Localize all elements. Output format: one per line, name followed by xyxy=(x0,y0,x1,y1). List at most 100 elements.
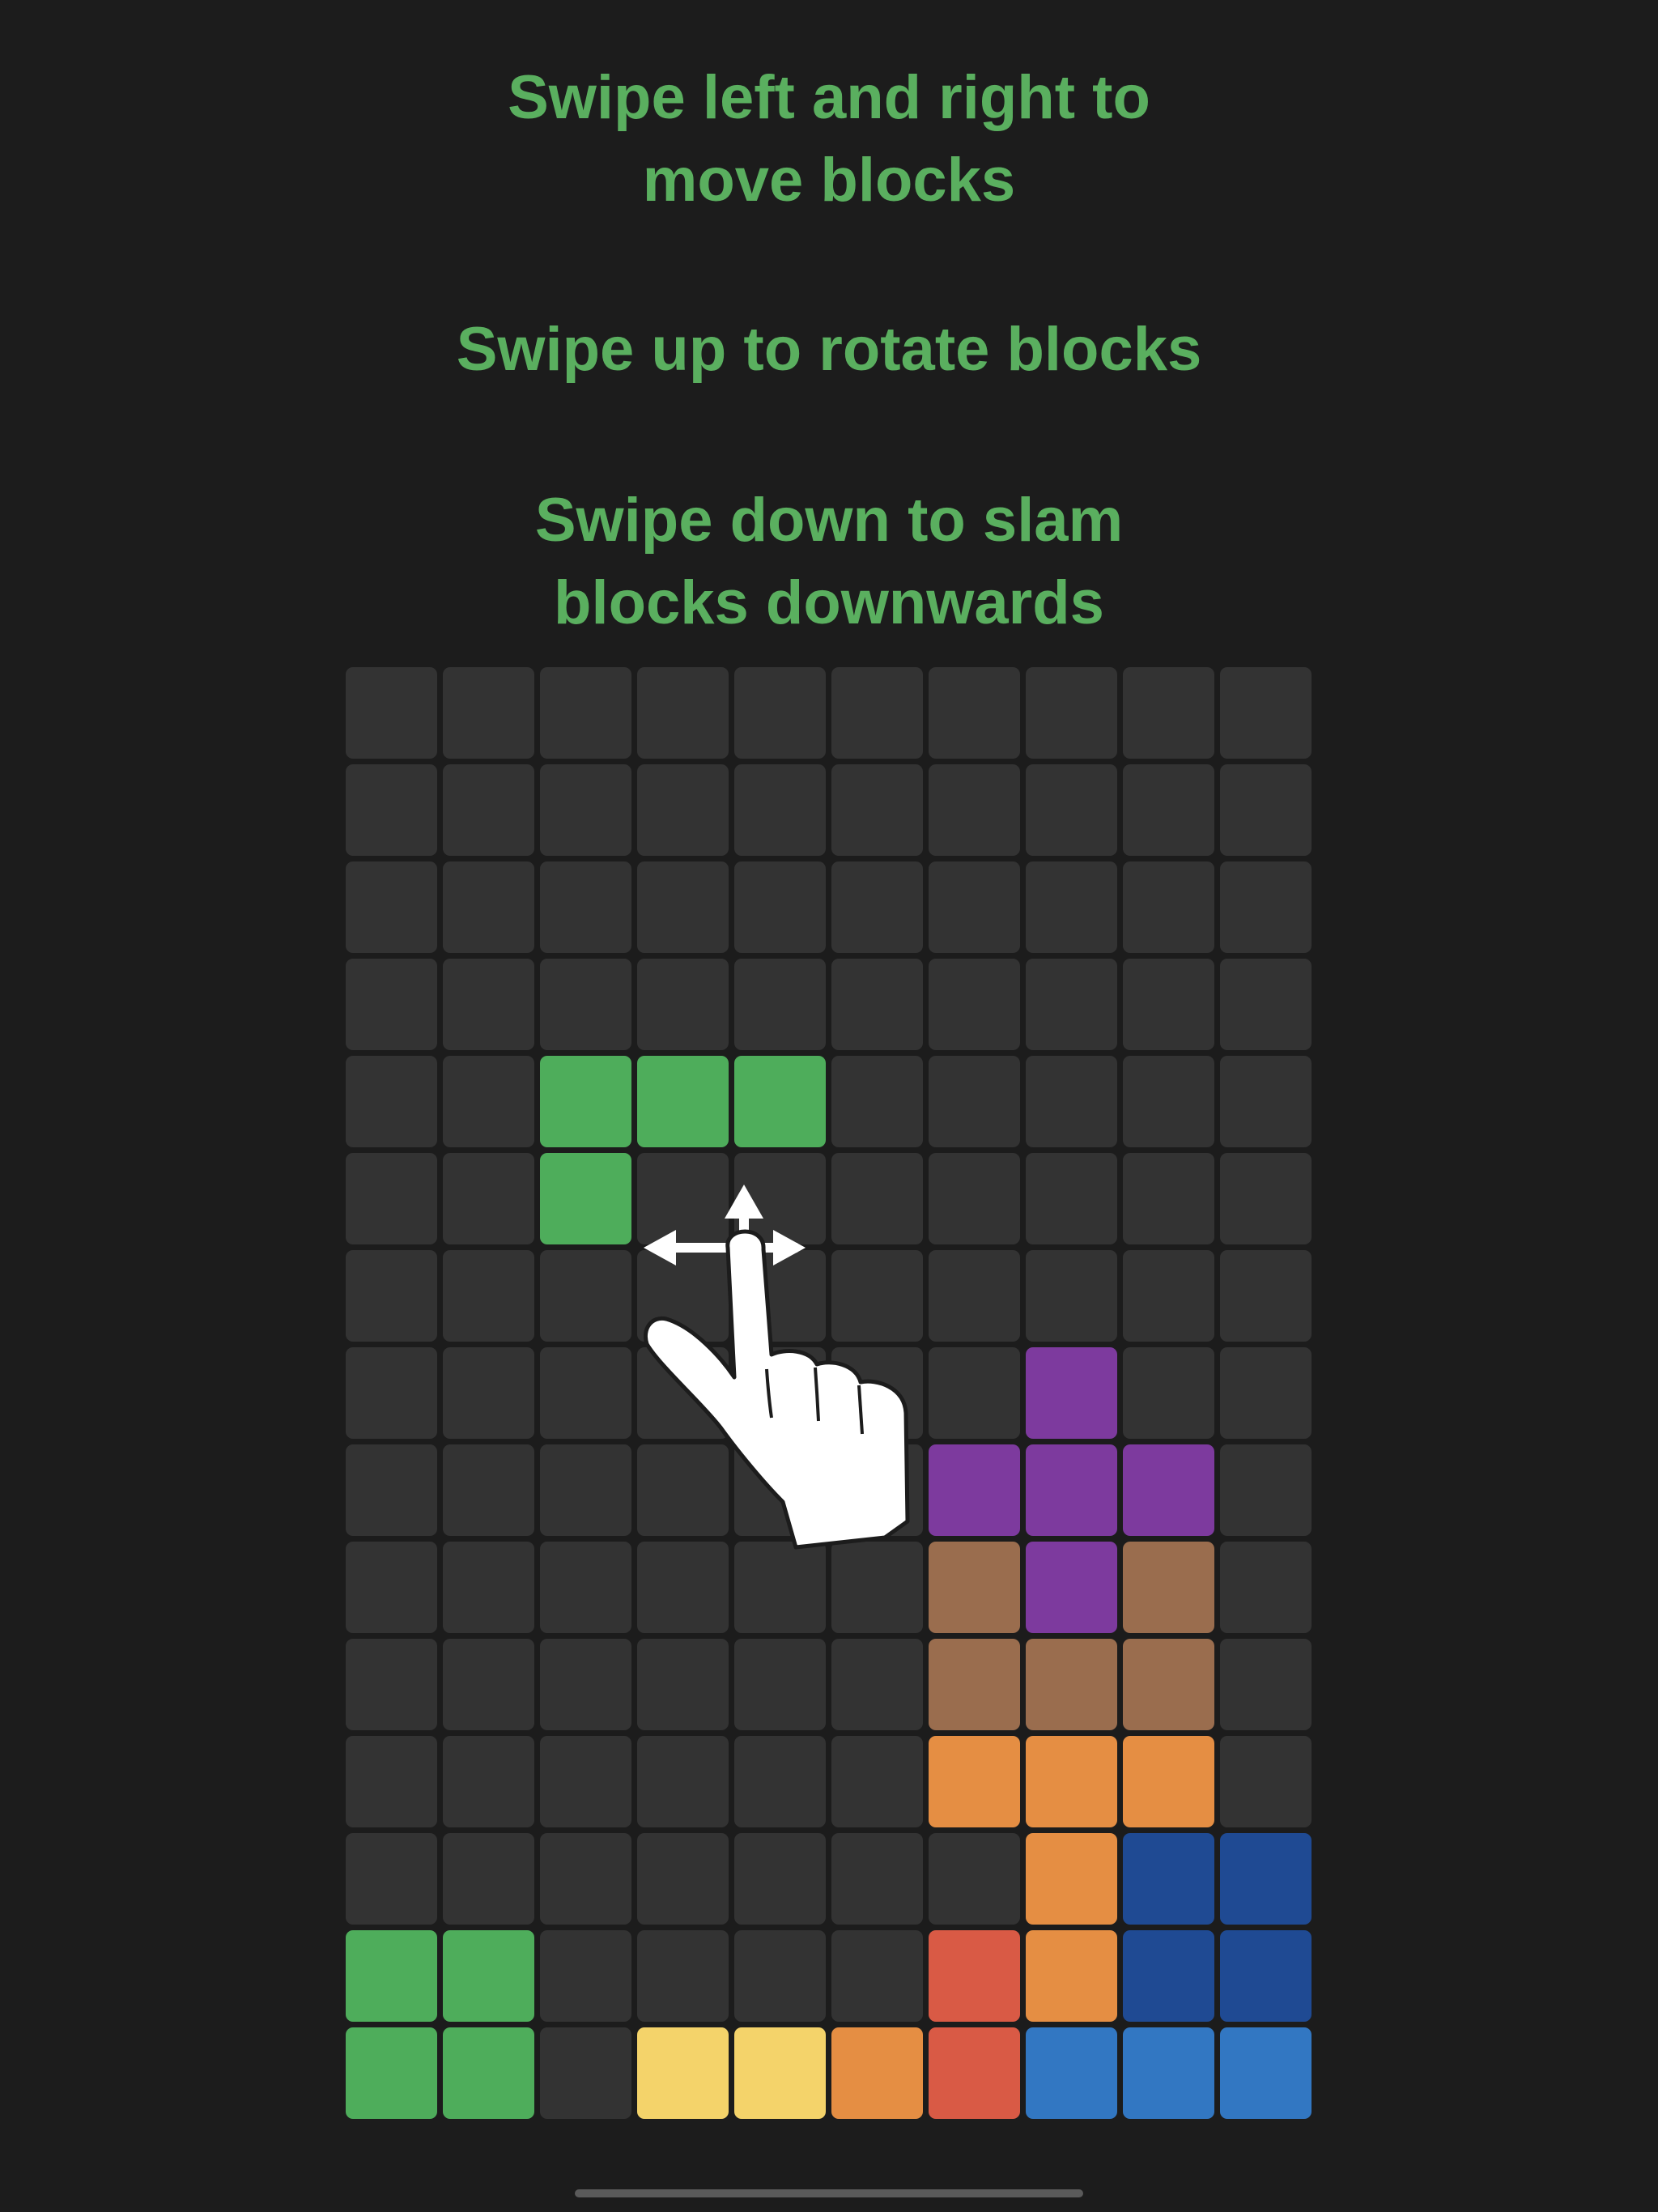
empty-cell xyxy=(637,959,729,1050)
block-cell xyxy=(1026,1639,1117,1730)
empty-cell xyxy=(346,1736,437,1827)
empty-cell xyxy=(1123,1347,1214,1439)
empty-cell xyxy=(929,959,1020,1050)
block-cell xyxy=(1026,1930,1117,2022)
block-cell xyxy=(929,2027,1020,2119)
empty-cell xyxy=(1220,1542,1312,1633)
block-cell xyxy=(1123,1833,1214,1925)
instruction-move: Swipe left and right to move blocks xyxy=(508,63,1150,215)
empty-cell xyxy=(831,1639,923,1730)
empty-cell xyxy=(443,1056,534,1147)
empty-cell xyxy=(1220,861,1312,953)
block-cell xyxy=(540,1153,631,1244)
empty-cell xyxy=(1220,1347,1312,1439)
empty-cell xyxy=(734,1930,826,2022)
block-cell xyxy=(831,2027,923,2119)
empty-cell xyxy=(443,667,534,759)
block-cell xyxy=(1026,1347,1117,1439)
empty-cell xyxy=(1220,764,1312,856)
block-cell xyxy=(346,2027,437,2119)
block-cell xyxy=(540,1056,631,1147)
block-cell xyxy=(1220,1930,1312,2022)
empty-cell xyxy=(1123,861,1214,953)
empty-cell xyxy=(831,1736,923,1827)
empty-cell xyxy=(929,764,1020,856)
empty-cell xyxy=(1123,667,1214,759)
block-cell xyxy=(1123,1444,1214,1536)
block-cell xyxy=(1026,1444,1117,1536)
empty-cell xyxy=(540,1444,631,1536)
empty-cell xyxy=(346,1833,437,1925)
empty-cell xyxy=(443,1736,534,1827)
empty-cell xyxy=(1220,1153,1312,1244)
empty-cell xyxy=(734,1639,826,1730)
empty-cell xyxy=(734,1736,826,1827)
block-cell xyxy=(1123,1736,1214,1827)
empty-cell xyxy=(540,1736,631,1827)
empty-cell xyxy=(929,861,1020,953)
block-cell xyxy=(1026,2027,1117,2119)
empty-cell xyxy=(443,1347,534,1439)
empty-cell xyxy=(443,764,534,856)
empty-cell xyxy=(540,1833,631,1925)
home-indicator[interactable] xyxy=(575,2189,1083,2197)
block-cell xyxy=(346,1930,437,2022)
empty-cell xyxy=(346,861,437,953)
empty-cell xyxy=(637,1833,729,1925)
empty-cell xyxy=(734,764,826,856)
empty-cell xyxy=(346,1639,437,1730)
empty-cell xyxy=(1026,1250,1117,1342)
empty-cell xyxy=(1220,667,1312,759)
block-cell xyxy=(929,1736,1020,1827)
empty-cell xyxy=(540,1250,631,1342)
empty-cell xyxy=(346,667,437,759)
block-cell xyxy=(734,2027,826,2119)
empty-cell xyxy=(1123,1056,1214,1147)
empty-cell xyxy=(540,1639,631,1730)
empty-cell xyxy=(831,1833,923,1925)
empty-cell xyxy=(734,1833,826,1925)
empty-cell xyxy=(346,1250,437,1342)
empty-cell xyxy=(443,1542,534,1633)
empty-cell xyxy=(637,667,729,759)
empty-cell xyxy=(540,667,631,759)
empty-cell xyxy=(1220,1736,1312,1827)
block-cell xyxy=(1123,1639,1214,1730)
empty-cell xyxy=(540,1542,631,1633)
instruction-rotate: Swipe up to rotate blocks xyxy=(456,315,1202,384)
empty-cell xyxy=(346,959,437,1050)
block-cell xyxy=(929,1542,1020,1633)
block-cell xyxy=(1026,1542,1117,1633)
empty-cell xyxy=(831,667,923,759)
empty-cell xyxy=(443,1250,534,1342)
empty-cell xyxy=(1026,764,1117,856)
empty-cell xyxy=(929,1153,1020,1244)
empty-cell xyxy=(929,1056,1020,1147)
empty-cell xyxy=(346,1347,437,1439)
empty-cell xyxy=(831,1056,923,1147)
game-screen[interactable]: Swipe left and right to move blocks Swip… xyxy=(0,0,1658,2212)
instruction-slam: Swipe down to slam blocks downwards xyxy=(534,486,1124,637)
block-cell xyxy=(1026,1833,1117,1925)
empty-cell xyxy=(1220,1639,1312,1730)
empty-cell xyxy=(1026,959,1117,1050)
empty-cell xyxy=(929,1833,1020,1925)
empty-cell xyxy=(443,1639,534,1730)
empty-cell xyxy=(443,1833,534,1925)
empty-cell xyxy=(540,2027,631,2119)
empty-cell xyxy=(1220,1056,1312,1147)
empty-cell xyxy=(346,1056,437,1147)
empty-cell xyxy=(1123,959,1214,1050)
empty-cell xyxy=(346,1444,437,1536)
block-cell xyxy=(1123,1930,1214,2022)
empty-cell xyxy=(346,764,437,856)
empty-cell xyxy=(929,1347,1020,1439)
empty-cell xyxy=(637,1736,729,1827)
empty-cell xyxy=(831,764,923,856)
block-cell xyxy=(443,1930,534,2022)
empty-cell xyxy=(929,1250,1020,1342)
block-cell xyxy=(637,1056,729,1147)
empty-cell xyxy=(1026,667,1117,759)
empty-cell xyxy=(1123,1153,1214,1244)
empty-cell xyxy=(734,667,826,759)
